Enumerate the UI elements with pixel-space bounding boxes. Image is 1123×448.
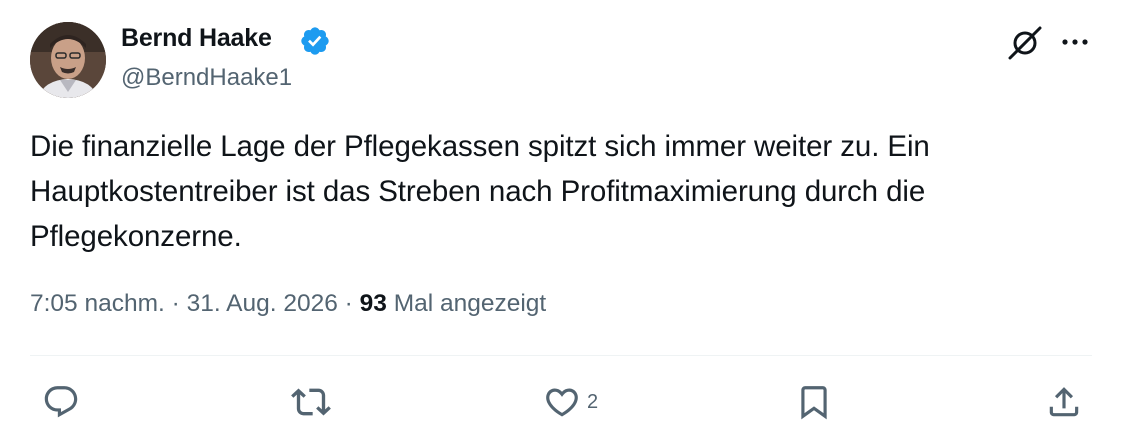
- avatar-image: [30, 22, 106, 98]
- share-icon: [1049, 387, 1079, 417]
- tweet-meta: 7:05 nachm. · 31. Aug. 2026 · 93 Mal ang…: [30, 290, 546, 318]
- repost-button[interactable]: [291, 382, 337, 422]
- like-button[interactable]: 2: [543, 382, 598, 422]
- views-label: Mal angezeigt: [393, 290, 547, 317]
- author-handle[interactable]: @BerndHaake1: [121, 64, 292, 92]
- like-count: 2: [587, 390, 599, 413]
- tweet-date[interactable]: 31. Aug. 2026: [187, 290, 338, 317]
- verified-badge-icon: [301, 27, 329, 55]
- reply-icon: [44, 386, 78, 418]
- author-display-name[interactable]: Bernd Haake: [121, 24, 272, 53]
- share-button[interactable]: [1045, 382, 1083, 422]
- like-icon: [546, 388, 578, 417]
- tweet-card: Bernd Haake @BerndHaake1 Die finanzielle…: [0, 0, 1123, 448]
- repost-icon: [291, 388, 331, 416]
- reply-button[interactable]: [42, 382, 86, 422]
- meta-separator: ·: [344, 290, 360, 317]
- tweet-time[interactable]: 7:05 nachm.: [30, 290, 165, 317]
- bookmark-icon: [801, 386, 827, 420]
- bookmark-button[interactable]: [795, 382, 839, 422]
- avatar[interactable]: [30, 22, 106, 98]
- more-icon[interactable]: [1058, 28, 1092, 56]
- grok-icon[interactable]: [1006, 24, 1044, 62]
- tweet-text: Die finanzielle Lage der Pflegekassen sp…: [30, 130, 930, 253]
- meta-separator: ·: [171, 290, 187, 317]
- divider: [30, 355, 1092, 356]
- views-count: 93: [359, 290, 394, 317]
